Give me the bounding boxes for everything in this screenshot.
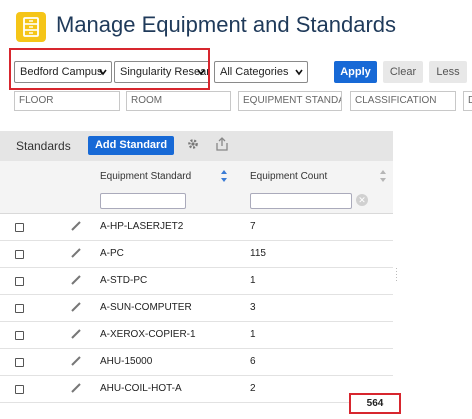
row-checkbox[interactable]: [15, 277, 24, 286]
column-header-equipment-standard[interactable]: Equipment Standard: [100, 171, 191, 182]
sort-icon[interactable]: [379, 169, 387, 183]
pencil-icon[interactable]: [71, 302, 81, 312]
table-row[interactable]: A-XEROX-COPIER-1 1: [0, 322, 393, 349]
pencil-icon[interactable]: [71, 356, 81, 366]
equipment-count-cell: 2: [250, 383, 256, 394]
add-standard-button[interactable]: Add Standard: [88, 136, 174, 155]
equipment-count-cell: 115: [250, 248, 266, 259]
equipment-cabinet-icon: [16, 12, 46, 42]
pencil-icon[interactable]: [71, 248, 81, 258]
pencil-icon[interactable]: [71, 275, 81, 285]
row-checkbox[interactable]: [15, 223, 24, 232]
row-checkbox[interactable]: [15, 358, 24, 367]
table-row[interactable]: A-SUN-COMPUTER 3: [0, 295, 393, 322]
page-header: Manage Equipment and Standards: [0, 0, 472, 52]
panel-resize-handle[interactable]: [395, 268, 399, 284]
highlight-box: [9, 48, 210, 90]
equipment-standard-column-filter[interactable]: [100, 193, 186, 209]
table-row[interactable]: AHU-15000 6: [0, 349, 393, 376]
panel-title: Standards: [16, 139, 71, 153]
category-select-value: All Categories: [220, 66, 289, 78]
less-button[interactable]: Less: [429, 61, 467, 83]
equipment-standard-cell: A-STD-PC: [100, 275, 148, 286]
table-row[interactable]: AHU-COIL-HOT-A 2: [0, 376, 393, 403]
table-header: Equipment Standard Equipment Count ✕: [0, 161, 393, 214]
room-filter-input[interactable]: ROOM: [126, 91, 231, 111]
clear-button[interactable]: Clear: [383, 61, 423, 83]
pencil-icon[interactable]: [71, 221, 81, 231]
total-count: 564: [349, 393, 401, 414]
table-row[interactable]: A-STD-PC 1: [0, 268, 393, 295]
classification-filter-input[interactable]: CLASSIFICATION: [350, 91, 456, 111]
pencil-icon[interactable]: [71, 383, 81, 393]
row-checkbox[interactable]: [15, 304, 24, 313]
sort-icon[interactable]: [220, 169, 228, 183]
chevron-down-icon: [295, 69, 303, 76]
equipment-count-cell: 1: [250, 275, 256, 286]
apply-button[interactable]: Apply: [334, 61, 377, 83]
equipment-standard-cell: A-SUN-COMPUTER: [100, 302, 192, 313]
equipment-count-column-filter[interactable]: [250, 193, 352, 209]
equipment-standard-cell: AHU-COIL-HOT-A: [100, 383, 182, 394]
extra-filter-input[interactable]: D: [463, 91, 472, 111]
table-row[interactable]: A-PC 115: [0, 241, 393, 268]
equipment-count-cell: 7: [250, 221, 256, 232]
gear-icon[interactable]: [186, 137, 200, 151]
equipment-standard-cell: A-XEROX-COPIER-1: [100, 329, 196, 340]
category-select[interactable]: All Categories: [214, 61, 308, 83]
equipment-count-cell: 3: [250, 302, 256, 313]
clear-filter-icon[interactable]: ✕: [356, 194, 368, 206]
row-checkbox[interactable]: [15, 250, 24, 259]
row-checkbox[interactable]: [15, 331, 24, 340]
row-checkbox[interactable]: [15, 385, 24, 394]
page-title: Manage Equipment and Standards: [56, 12, 397, 37]
column-header-equipment-count[interactable]: Equipment Count: [250, 171, 327, 182]
equipment-standard-cell: A-HP-LASERJET2: [100, 221, 184, 232]
pencil-icon[interactable]: [71, 329, 81, 339]
floor-filter-input[interactable]: FLOOR: [14, 91, 120, 111]
equipment-standard-cell: A-PC: [100, 248, 124, 259]
table-row[interactable]: A-HP-LASERJET2 7: [0, 214, 393, 241]
equipment-standard-filter-input[interactable]: EQUIPMENT STANDARD: [238, 91, 342, 111]
equipment-count-cell: 6: [250, 356, 256, 367]
equipment-standard-cell: AHU-15000: [100, 356, 153, 367]
equipment-count-cell: 1: [250, 329, 256, 340]
export-icon[interactable]: [216, 137, 228, 151]
